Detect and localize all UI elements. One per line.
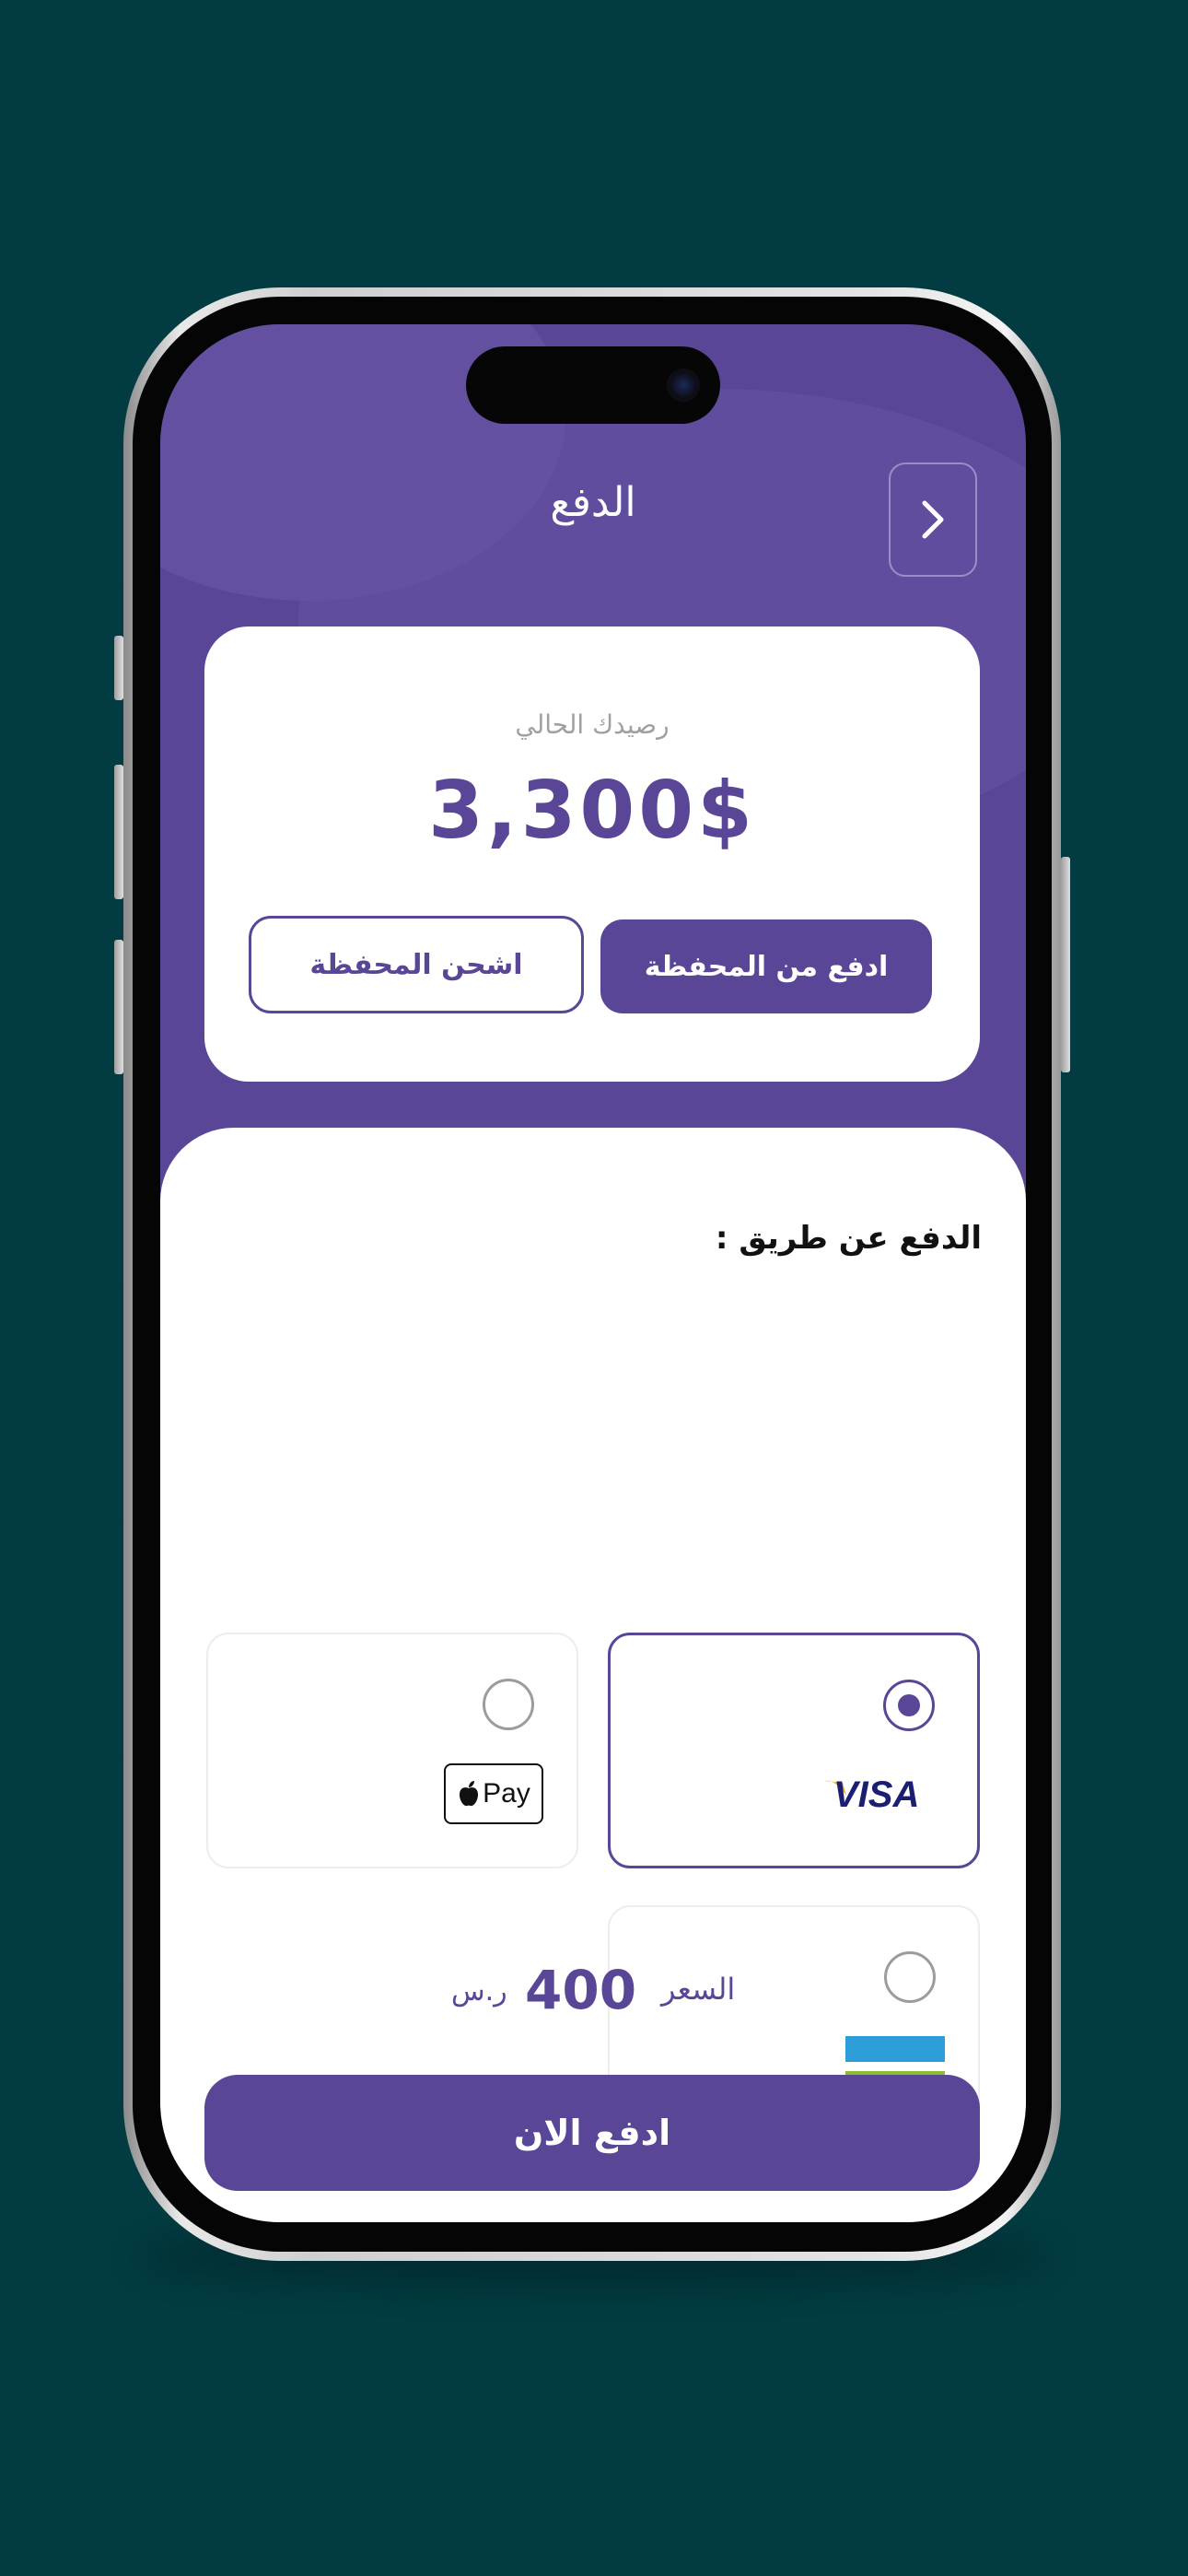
dynamic-island	[466, 346, 720, 424]
price-row	[160, 1485, 1026, 1550]
visa-logo-text: VISA	[833, 1774, 919, 1812]
pay-now-button[interactable]: ادفع الان	[204, 2075, 980, 2191]
radio-visa[interactable]	[883, 1680, 935, 1731]
page-title: الدفع	[550, 479, 636, 526]
payment-sheet: الدفع عن طريق : VISA Pay	[160, 1128, 1026, 2222]
price-label: السعر	[661, 1972, 736, 2007]
volume-up-button	[114, 765, 123, 899]
front-camera	[667, 369, 700, 402]
app-screen: الدفع رصيدك الحالي 3,300$ ادفع من المحفظ…	[160, 324, 1026, 2222]
payment-methods-title: الدفع عن طريق :	[715, 1220, 982, 1257]
balance-amount: 3,300$	[428, 765, 756, 857]
price-summary: السعر 400 ر.س	[160, 1959, 1026, 2029]
payment-method-visa[interactable]: VISA	[608, 1633, 980, 1868]
price-currency: ر.س	[451, 1975, 507, 2008]
radio-apple-pay[interactable]	[483, 1679, 534, 1730]
charge-wallet-button[interactable]: اشحن المحفظة	[249, 916, 584, 1013]
power-button	[1061, 857, 1070, 1072]
balance-label: رصيدك الحالي	[515, 709, 670, 740]
price-value: 400	[525, 1959, 637, 2021]
visa-logo: VISA	[824, 1774, 919, 1812]
payment-method-apple-pay[interactable]: Pay	[206, 1633, 578, 1868]
volume-down-button	[114, 940, 123, 1074]
pay-from-wallet-button[interactable]: ادفع من المحفظة	[600, 919, 932, 1013]
action-button	[114, 636, 123, 700]
wallet-card: رصيدك الحالي 3,300$ ادفع من المحفظة اشحن…	[204, 626, 980, 1082]
apple-pay-logo: Pay	[444, 1763, 543, 1824]
apple-icon	[460, 1781, 479, 1807]
apple-pay-text: Pay	[483, 1778, 530, 1809]
